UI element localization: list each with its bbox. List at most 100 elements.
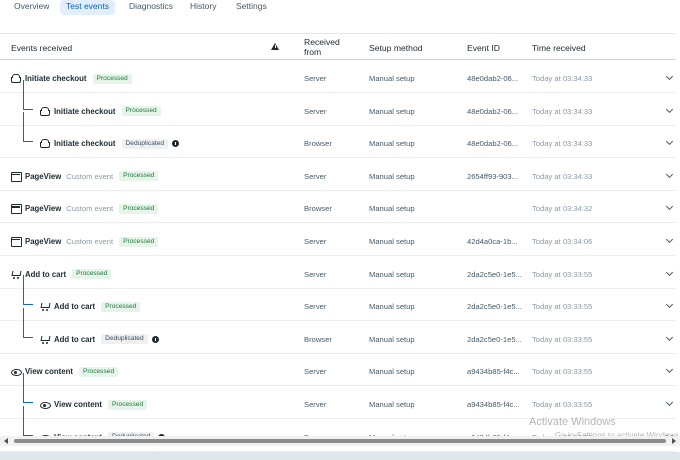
info-icon[interactable] xyxy=(172,140,180,148)
tab-diagnostics[interactable]: Diagnostics xyxy=(123,0,179,15)
event-cell: Add to cart Deduplicated xyxy=(40,334,159,345)
received-from-cell: Server xyxy=(304,269,327,279)
table-row[interactable]: Add to cart Deduplicated Browser Manual set… xyxy=(0,307,676,354)
time-received-cell: Today at 03:33:55 xyxy=(532,400,593,409)
chevron-down-icon[interactable] xyxy=(665,333,674,341)
chevron-down-icon[interactable] xyxy=(665,72,674,81)
cart-icon xyxy=(11,270,20,279)
scroll-right-arrow-icon[interactable] xyxy=(672,438,676,444)
table-row[interactable]: Initiate checkout Deduplicated Browser Manu… xyxy=(0,112,676,159)
event-id-cell: 48e0dab2-06... xyxy=(467,106,519,116)
chevron-down-icon[interactable] xyxy=(665,105,674,113)
tab-overview[interactable]: Overview xyxy=(8,0,55,15)
time-received-cell: Today at 03:34:33 xyxy=(532,74,593,83)
table-row[interactable]: PageView Custom event Processed Browser Manu… xyxy=(0,191,676,224)
table-row[interactable]: View content Processed Server Manual setup a… xyxy=(0,354,676,387)
setup-method-cell: Manual setup xyxy=(369,106,415,116)
table-row[interactable]: Add to cart Processed Server Manual setup 2d… xyxy=(0,275,676,322)
col-received-from-line2: from xyxy=(304,47,322,57)
col-event-id[interactable]: Event ID xyxy=(467,43,500,53)
basket-icon xyxy=(11,74,21,83)
child-connector xyxy=(23,275,33,306)
col-events-received[interactable]: Events received xyxy=(11,43,72,53)
tab-history[interactable]: History xyxy=(184,0,222,15)
chevron-down-icon[interactable] xyxy=(665,170,674,178)
received-from-cell: Browser xyxy=(304,334,332,344)
tab-test-events[interactable]: Test events xyxy=(60,0,115,15)
event-subtype: Custom event xyxy=(66,171,114,181)
status-badge: Processed xyxy=(101,301,141,312)
received-from-cell: Server xyxy=(304,367,327,377)
event-id-cell: a9434b85-f4c... xyxy=(467,400,520,409)
setup-method-cell: Manual setup xyxy=(369,74,415,83)
event-id-cell: 48e0dab2-06... xyxy=(467,139,519,149)
scroll-left-arrow-icon[interactable] xyxy=(4,438,8,444)
received-from-cell: Server xyxy=(304,237,327,246)
event-name: View content xyxy=(54,400,102,409)
window-icon xyxy=(11,204,22,215)
window-icon xyxy=(11,237,22,247)
table-row[interactable]: PageView Custom event Processed Server Manua… xyxy=(0,159,676,191)
status-badge: Processed xyxy=(121,106,161,117)
basket-icon xyxy=(40,106,50,116)
event-name: Initiate checkout xyxy=(54,106,116,116)
time-received-cell: Today at 03:33:55 xyxy=(532,269,593,279)
chevron-down-icon[interactable] xyxy=(665,138,674,146)
watermark-line1: Activate Windows xyxy=(529,416,616,428)
table-header: Events received Received from Setup meth… xyxy=(0,33,676,60)
event-name: Initiate checkout xyxy=(25,74,87,83)
child-connector xyxy=(23,373,33,403)
eye-icon xyxy=(40,400,51,409)
setup-method-cell: Manual setup xyxy=(369,171,415,181)
status-badge: Processed xyxy=(119,171,159,182)
cart-icon xyxy=(40,335,49,344)
status-badge: Processed xyxy=(78,366,119,377)
received-from-cell: Server xyxy=(304,74,327,83)
status-badge: Processed xyxy=(92,73,132,84)
event-name: Add to cart xyxy=(54,334,96,344)
table-row[interactable]: PageView Custom event Processed Server Manua… xyxy=(0,224,676,256)
received-from-cell: Server xyxy=(304,106,327,116)
info-icon[interactable] xyxy=(151,335,159,343)
received-from-cell: Browser xyxy=(304,139,332,149)
time-received-cell: Today at 03:34:32 xyxy=(532,204,593,214)
event-cell: PageView Custom event Processed xyxy=(11,203,159,215)
chevron-down-icon[interactable] xyxy=(665,235,674,244)
table-row[interactable]: View content Processed Server Manual setup a… xyxy=(0,373,676,419)
warning-icon xyxy=(271,43,279,50)
chevron-down-icon[interactable] xyxy=(665,301,674,309)
table-row[interactable]: Initiate checkout Processed Server Manual s… xyxy=(0,79,676,126)
time-received-cell: Today at 03:34:33 xyxy=(532,171,593,181)
col-time-received[interactable]: Time received xyxy=(532,43,586,53)
status-badge: Processed xyxy=(107,399,148,410)
footer-strip xyxy=(0,452,680,460)
tab-bar: Overview Test events Diagnostics History… xyxy=(0,0,680,17)
status-badge: Processed xyxy=(119,203,159,214)
time-received-cell: Today at 03:33:55 xyxy=(532,334,593,344)
event-cell: PageView Custom event Processed xyxy=(11,236,159,247)
scrollbar-thumb[interactable] xyxy=(14,439,666,443)
col-setup-method[interactable]: Setup method xyxy=(369,43,423,53)
table-row[interactable]: Initiate checkout Processed Server Manual s… xyxy=(0,61,676,93)
event-name: PageView xyxy=(25,171,62,181)
event-cell: View content Processed xyxy=(40,399,148,410)
chevron-down-icon[interactable] xyxy=(665,366,674,374)
event-cell: Initiate checkout Processed xyxy=(40,106,161,117)
received-from-cell: Server xyxy=(304,400,327,409)
chevron-down-icon[interactable] xyxy=(665,268,674,276)
table-row[interactable]: Add to cart Processed Server Manual setup 2d… xyxy=(0,257,676,289)
event-cell: PageView Custom event Processed xyxy=(11,171,159,182)
window-icon xyxy=(11,171,22,182)
chevron-down-icon[interactable] xyxy=(665,203,674,211)
tab-settings[interactable]: Settings xyxy=(230,0,273,15)
time-received-cell: Today at 03:34:06 xyxy=(532,237,593,246)
event-id-cell: 2da2c5e0-1e5... xyxy=(467,269,522,279)
event-id-cell: 48e0dab2-06... xyxy=(467,74,519,83)
event-id-cell: 2da2c5e0-1e5... xyxy=(467,302,522,312)
event-id-cell: a9434b85-f4c... xyxy=(467,367,520,377)
col-received-from[interactable]: Received from xyxy=(304,37,340,57)
chevron-down-icon[interactable] xyxy=(665,398,674,407)
setup-method-cell: Manual setup xyxy=(369,269,415,279)
status-badge: Processed xyxy=(72,269,112,280)
time-received-cell: Today at 03:33:55 xyxy=(532,302,593,312)
